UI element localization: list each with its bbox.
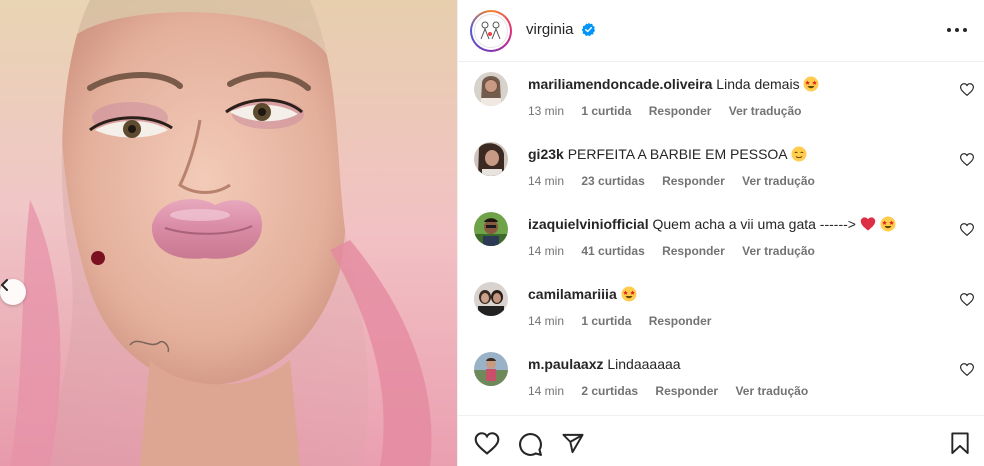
comment-like-heart-icon[interactable] (960, 223, 974, 236)
reply-button[interactable]: Responder (662, 174, 725, 188)
reply-button[interactable]: Responder (662, 244, 725, 258)
author-avatar[interactable] (470, 10, 512, 52)
comment-text-line: mariliamendoncade.oliveira Linda demais (528, 75, 819, 93)
more-options-dot (955, 28, 959, 32)
author-username[interactable]: virginia (526, 21, 574, 38)
post-sidebar: virginia mariliamendoncade.oliveira Lind… (457, 0, 984, 466)
reply-button[interactable]: Responder (649, 314, 712, 328)
comment-body: Linda demais (716, 76, 800, 92)
post-header: virginia (458, 0, 984, 62)
bookmark-icon[interactable] (950, 432, 970, 455)
share-icon[interactable] (561, 432, 585, 455)
comment-like-heart-icon[interactable] (960, 83, 974, 96)
comment-text-line: m.paulaaxz Lindaaaaaa (528, 355, 681, 373)
comment-like-heart-icon[interactable] (960, 153, 974, 166)
see-translation-button[interactable]: Ver tradução (742, 244, 815, 258)
see-translation-button[interactable]: Ver tradução (735, 384, 808, 398)
chevron-left-icon (1, 279, 8, 291)
comment-time: 14 min (528, 314, 565, 328)
more-options-icon (947, 28, 951, 32)
comment-body: PERFEITA A BARBIE EM PESSOA (567, 146, 787, 162)
comment-meta: 14 min 41 curtidas Responder Ver traduçã… (528, 244, 829, 258)
comment-meta: 14 min 23 curtidas Responder Ver traduçã… (528, 174, 829, 188)
more-options-button[interactable] (947, 22, 967, 38)
comment-username[interactable]: mariliamendoncade.oliveira (528, 76, 712, 92)
comment-icon[interactable] (518, 432, 543, 457)
carousel-prev-button[interactable] (0, 279, 26, 305)
comment-meta: 14 min 1 curtida Responder (528, 314, 725, 328)
comment-time: 13 min (528, 104, 565, 118)
comment-body: Quem acha a vii uma gata ------> (652, 216, 856, 232)
comment-item: camilamariiia 14 min 1 curtida Responder (458, 272, 984, 342)
comment-time: 14 min (528, 384, 565, 398)
comment-item: mariliamendoncade.oliveira Linda demais … (458, 62, 984, 132)
comment-meta: 14 min 2 curtidas Responder Ver tradução (528, 384, 822, 398)
see-translation-button[interactable]: Ver tradução (742, 174, 815, 188)
star-struck-emoji-icon (803, 76, 819, 92)
comment-likes[interactable]: 1 curtida (581, 104, 631, 118)
comment-meta: 13 min 1 curtida Responder Ver tradução (528, 104, 815, 118)
comment-likes[interactable]: 2 curtidas (581, 384, 638, 398)
comment-avatar[interactable] (474, 282, 508, 316)
comment-body: Lindaaaaaa (607, 356, 681, 372)
comment-text-line: camilamariiia (528, 285, 637, 303)
verified-badge-icon (581, 22, 596, 37)
comment-likes[interactable]: 23 curtidas (581, 174, 644, 188)
comments-list[interactable]: mariliamendoncade.oliveira Linda demais … (458, 62, 984, 415)
comment-like-heart-icon[interactable] (960, 293, 974, 306)
comment-time: 14 min (528, 244, 565, 258)
comment-username[interactable]: camilamariiia (528, 286, 617, 302)
comment-like-heart-icon[interactable] (960, 363, 974, 376)
post-photo[interactable] (0, 0, 457, 466)
red-heart-emoji-icon (860, 217, 876, 231)
reply-button[interactable]: Responder (649, 104, 712, 118)
star-struck-emoji-icon (880, 216, 896, 232)
post-action-bar (458, 415, 984, 466)
comment-username[interactable]: izaquielviniofficial (528, 216, 649, 232)
post-photo-illustration (0, 0, 457, 466)
relieved-face-emoji-icon (791, 146, 807, 162)
heart-icon[interactable] (474, 432, 500, 455)
comment-text-line: izaquielviniofficial Quem acha a vii uma… (528, 215, 896, 233)
comment-item: izaquielviniofficial Quem acha a vii uma… (458, 202, 984, 272)
reply-button[interactable]: Responder (655, 384, 718, 398)
comment-username[interactable]: gi23k (528, 146, 564, 162)
comment-time: 14 min (528, 174, 565, 188)
comment-username[interactable]: m.paulaaxz (528, 356, 603, 372)
comment-item: m.paulaaxz Lindaaaaaa 14 min 2 curtidas … (458, 342, 984, 412)
comment-likes[interactable]: 41 curtidas (581, 244, 644, 258)
star-struck-emoji-icon (621, 286, 637, 302)
comment-avatar[interactable] (474, 212, 508, 246)
see-translation-button[interactable]: Ver tradução (729, 104, 802, 118)
comment-likes[interactable]: 1 curtida (581, 314, 631, 328)
comment-avatar[interactable] (474, 352, 508, 386)
comment-avatar[interactable] (474, 142, 508, 176)
comment-item: gi23k PERFEITA A BARBIE EM PESSOA 14 min… (458, 132, 984, 202)
comment-avatar[interactable] (474, 72, 508, 106)
comment-text-line: gi23k PERFEITA A BARBIE EM PESSOA (528, 145, 807, 163)
avatar-drawing-icon (480, 21, 501, 40)
more-options-dot (963, 28, 967, 32)
